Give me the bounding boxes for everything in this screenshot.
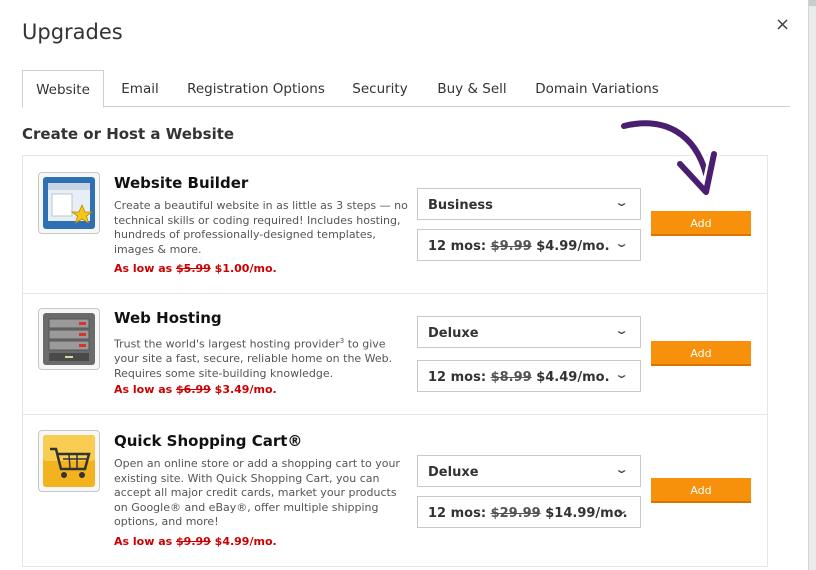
product-price: As low as $9.99 $4.99/mo.	[114, 535, 277, 548]
term-select[interactable]: 12 mos: $9.99 $4.99/mo. ⌄	[417, 229, 641, 261]
plan-select[interactable]: Business ⌄	[417, 188, 641, 220]
tab-website[interactable]: Website	[22, 70, 104, 108]
product-price: As low as $5.99 $1.00/mo.	[114, 262, 277, 275]
product-description: Trust the world's largest hosting provid…	[114, 337, 393, 380]
website-builder-icon	[38, 172, 100, 234]
tab-bar: Website Email Registration Options Secur…	[22, 70, 790, 108]
add-button[interactable]: Add	[651, 478, 751, 503]
product-web-hosting: Web Hosting Trust the world's largest ho…	[22, 292, 768, 415]
tab-registration-options[interactable]: Registration Options	[186, 70, 326, 106]
add-button[interactable]: Add	[651, 341, 751, 366]
annotation-arrow-icon	[618, 117, 720, 198]
chevron-down-icon: ⌄	[614, 368, 629, 381]
product-name: Quick Shopping Cart®	[114, 432, 303, 450]
upgrades-dialog: Upgrades × Website Email Registration Op…	[0, 0, 809, 570]
tab-email[interactable]: Email	[114, 70, 166, 106]
product-description: Open an online store or add a shopping c…	[114, 457, 400, 528]
chevron-down-icon: ⌄	[614, 463, 629, 476]
product-name: Website Builder	[114, 174, 249, 192]
tab-domain-variations[interactable]: Domain Variations	[532, 70, 662, 106]
chevron-down-icon: ⌄	[614, 504, 629, 517]
term-select[interactable]: 12 mos: $8.99 $4.49/mo. ⌄	[417, 360, 641, 392]
term-select[interactable]: 12 mos: $29.99 $14.99/mo. ⌄	[417, 496, 641, 528]
plan-select[interactable]: Deluxe ⌄	[417, 316, 641, 348]
tab-security[interactable]: Security	[348, 70, 412, 106]
tab-buy-and-sell[interactable]: Buy & Sell	[434, 70, 510, 106]
section-title: Create or Host a Website	[22, 125, 235, 143]
chevron-down-icon: ⌄	[614, 237, 629, 250]
plan-select[interactable]: Deluxe ⌄	[417, 455, 641, 487]
dialog-title: Upgrades	[22, 20, 123, 44]
close-icon[interactable]: ×	[775, 14, 790, 35]
add-button[interactable]: Add	[651, 211, 751, 236]
product-name: Web Hosting	[114, 309, 222, 327]
product-price: As low as $6.99 $3.49/mo.	[114, 383, 277, 396]
product-description: Create a beautiful website in as little …	[114, 199, 408, 256]
shopping-cart-icon	[38, 430, 100, 492]
chevron-down-icon: ⌄	[614, 324, 629, 337]
server-icon	[38, 308, 100, 370]
product-quick-shopping-cart: Quick Shopping Cart® Open an online stor…	[22, 414, 768, 567]
